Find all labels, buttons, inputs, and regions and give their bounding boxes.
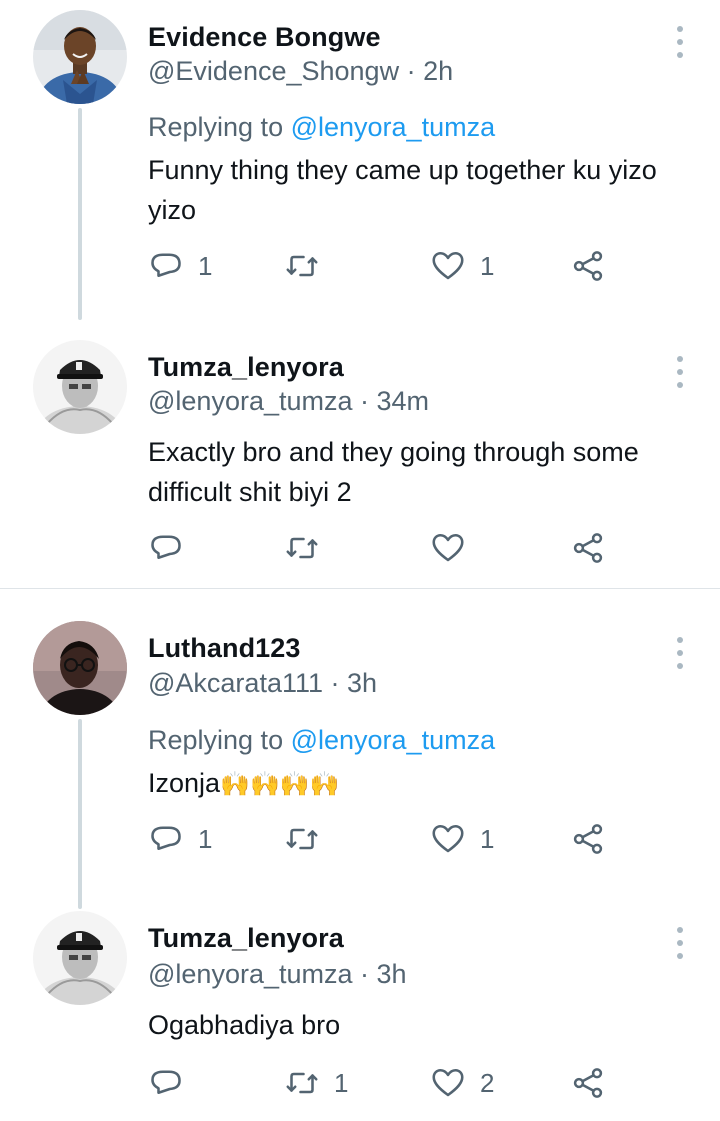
reply-icon: [151, 253, 181, 278]
user-handle-time[interactable]: @lenyora_tumza · 34m: [148, 386, 429, 417]
user-handle-time[interactable]: @lenyora_tumza · 3h: [148, 959, 407, 990]
user-handle[interactable]: @lenyora_tumza: [148, 386, 353, 416]
more-vertical-icon[interactable]: [668, 352, 692, 392]
replying-to: Replying to @lenyora_tumza: [148, 112, 495, 143]
timestamp[interactable]: 3h: [377, 959, 407, 989]
tweet-text: Funny thing they came up together ku yiz…: [148, 155, 657, 225]
like-button[interactable]: 2: [430, 1063, 494, 1103]
like-count: 2: [480, 1067, 495, 1098]
mention-link[interactable]: @lenyora_tumza: [291, 725, 496, 755]
user-handle[interactable]: @lenyora_tumza: [148, 959, 353, 989]
retweet-count: 1: [334, 1067, 349, 1098]
share-button[interactable]: [570, 1063, 606, 1103]
more-vertical-icon[interactable]: [668, 633, 692, 673]
retweet-icon: [286, 537, 318, 559]
like-count: 1: [480, 250, 495, 281]
timestamp[interactable]: 34m: [377, 386, 430, 416]
separator: ·: [352, 959, 377, 989]
tweet[interactable]: Tumza_lenyora @lenyora_tumza · 34m Exact…: [0, 320, 720, 588]
reply-icon: [151, 826, 181, 851]
thread-line: [78, 108, 82, 320]
raising-hands-emoji: 🙌🙌🙌🙌: [220, 771, 340, 798]
avatar[interactable]: [33, 10, 127, 104]
retweet-icon: [286, 255, 318, 277]
share-icon: [573, 533, 603, 563]
user-handle-time[interactable]: @Akcarata111 · 3h: [148, 668, 377, 699]
share-button[interactable]: [570, 246, 606, 286]
user-name[interactable]: Luthand123: [148, 633, 301, 664]
like-button[interactable]: 1: [430, 246, 494, 286]
more-vertical-icon[interactable]: [668, 22, 692, 62]
avatar[interactable]: [33, 621, 127, 715]
user-handle-time[interactable]: @Evidence_Shongw · 2h: [148, 56, 453, 87]
like-button[interactable]: 1: [430, 819, 494, 859]
tweet[interactable]: Luthand123 @Akcarata111 · 3h Replying to…: [0, 589, 720, 909]
separator: ·: [399, 56, 424, 86]
separator: ·: [352, 386, 377, 416]
reply-button[interactable]: [148, 1063, 198, 1103]
user-name[interactable]: Tumza_lenyora: [148, 352, 344, 383]
timestamp[interactable]: 2h: [423, 56, 453, 86]
share-icon: [573, 251, 603, 281]
tweet-actions: 1 2: [148, 1063, 618, 1103]
replying-to-label: Replying to: [148, 112, 291, 142]
reply-count: 1: [198, 823, 213, 854]
tweet[interactable]: Evidence Bongwe @Evidence_Shongw · 2h Re…: [0, 0, 720, 320]
share-icon: [573, 1068, 603, 1098]
like-count: 1: [480, 823, 495, 854]
share-button[interactable]: [570, 819, 606, 859]
like-button[interactable]: [430, 528, 480, 568]
share-icon: [573, 824, 603, 854]
mention-link[interactable]: @lenyora_tumza: [291, 112, 496, 142]
share-button[interactable]: [570, 528, 606, 568]
tweet-text-body: Izonja: [148, 768, 221, 798]
heart-icon: [432, 1068, 464, 1097]
avatar[interactable]: [33, 340, 127, 434]
retweet-icon: [286, 1072, 318, 1094]
heart-icon: [432, 824, 464, 853]
tweet-actions: 1 1: [148, 246, 618, 286]
user-handle[interactable]: @Akcarata111: [148, 668, 323, 698]
retweet-button[interactable]: [284, 528, 334, 568]
tweet-actions: 1 1: [148, 819, 618, 859]
user-name[interactable]: Tumza_lenyora: [148, 923, 344, 954]
retweet-icon: [286, 828, 318, 850]
reply-button[interactable]: [148, 528, 198, 568]
heart-icon: [432, 533, 464, 562]
reply-icon: [151, 1070, 181, 1095]
thread-line: [78, 719, 82, 909]
tweet[interactable]: Tumza_lenyora @lenyora_tumza · 3h Ogabha…: [0, 899, 720, 1121]
reply-count: 1: [198, 250, 213, 281]
user-handle[interactable]: @Evidence_Shongw: [148, 56, 399, 86]
retweet-button[interactable]: 1: [284, 1063, 348, 1103]
reply-icon: [151, 535, 181, 560]
tweet-text: Ogabhadiya bro: [148, 1010, 341, 1040]
reply-button[interactable]: 1: [148, 819, 212, 859]
retweet-button[interactable]: [284, 246, 334, 286]
timestamp[interactable]: 3h: [347, 668, 377, 698]
more-vertical-icon[interactable]: [668, 923, 692, 963]
tweet-text: Exactly bro and they going through some …: [148, 437, 639, 507]
replying-to: Replying to @lenyora_tumza: [148, 725, 495, 756]
tweet-text: Izonja🙌🙌🙌🙌: [148, 763, 688, 805]
avatar[interactable]: [33, 911, 127, 1005]
tweet-actions: [148, 528, 618, 568]
retweet-button[interactable]: [284, 819, 334, 859]
user-name[interactable]: Evidence Bongwe: [148, 22, 381, 53]
heart-icon: [432, 251, 464, 280]
replying-to-label: Replying to: [148, 725, 291, 755]
separator: ·: [323, 668, 347, 698]
reply-button[interactable]: 1: [148, 246, 212, 286]
